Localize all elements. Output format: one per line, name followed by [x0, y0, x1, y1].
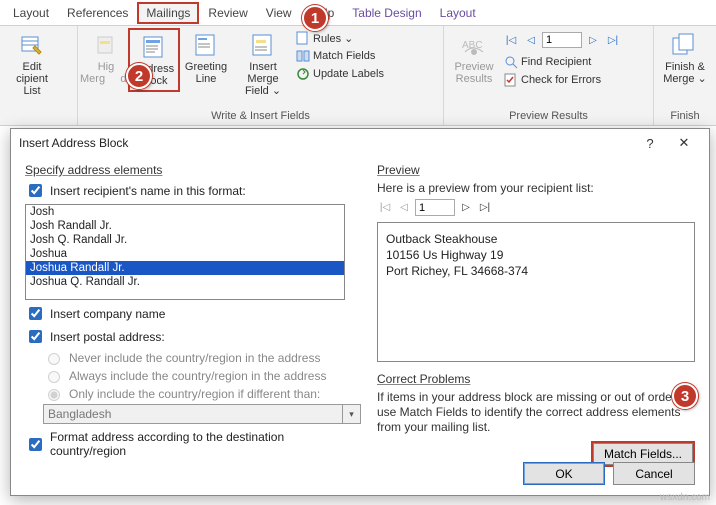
ok-button[interactable]: OK — [523, 462, 605, 485]
record-nav: |◁ ◁ ▷ ▷| — [502, 30, 622, 52]
edit-recipient-label-2: cipient List — [8, 73, 56, 97]
merge-options-stack: Rules ⌄ Match Fields Update Labels — [294, 28, 386, 82]
insert-postal-checkbox[interactable]: Insert postal address: — [25, 327, 361, 346]
nav-last-button[interactable]: ▷| — [604, 32, 622, 48]
dialog-buttons: OK Cancel — [523, 462, 695, 485]
preview-heading: Preview — [377, 163, 695, 177]
list-item[interactable]: Joshua Q. Randall Jr. — [26, 275, 344, 289]
list-item[interactable]: Josh Randall Jr. — [26, 219, 344, 233]
tab-view[interactable]: View — [257, 2, 301, 24]
nav-prev-button[interactable]: ◁ — [522, 32, 540, 48]
correct-text: If items in your address block are missi… — [377, 390, 695, 435]
preview-hint: Here is a preview from your recipient li… — [377, 181, 695, 195]
preview-last-button[interactable]: ▷| — [477, 200, 493, 216]
name-format-list[interactable]: Josh Josh Randall Jr. Josh Q. Randall Jr… — [25, 204, 345, 300]
update-labels-button[interactable]: Update Labels — [294, 66, 386, 82]
preview-first-button[interactable]: |◁ — [377, 200, 393, 216]
callout-badge-2: 2 — [126, 63, 152, 89]
callout-badge-3: 3 — [672, 383, 698, 409]
find-icon — [504, 55, 518, 69]
tab-tabledesign[interactable]: Table Design — [343, 2, 430, 24]
greeting-line-button[interactable]: Greeting Line — [180, 28, 232, 88]
dialog-titlebar: Insert Address Block ? ✕ — [11, 129, 709, 157]
address-block-icon — [140, 33, 168, 61]
format-destination-checkbox[interactable]: Format address according to the destinat… — [25, 430, 361, 458]
preview-box: Outback Steakhouse 10156 Us Highway 19 P… — [377, 222, 695, 362]
list-item[interactable]: Joshua — [26, 247, 344, 261]
list-item[interactable]: Josh Q. Randall Jr. — [26, 233, 344, 247]
check-icon — [504, 73, 518, 87]
insert-merge-icon — [249, 31, 277, 59]
list-item-selected[interactable]: Joshua Randall Jr. — [26, 261, 344, 275]
dialog-title: Insert Address Block — [19, 136, 633, 150]
watermark: wsxdn.com — [660, 492, 710, 503]
insert-company-checkbox[interactable]: Insert company name — [25, 304, 361, 323]
ribbon-tabs: Layout References Mailings Review View H… — [0, 0, 716, 26]
specify-heading: Specify address elements — [25, 163, 361, 177]
insert-name-checkbox[interactable]: Insert recipient's name in this format: — [25, 181, 361, 200]
preview-line-2: 10156 Us Highway 19 — [386, 247, 686, 263]
tab-mailings[interactable]: Mailings — [137, 2, 199, 24]
preview-nav: |◁ ◁ ▷ ▷| — [377, 199, 695, 216]
country-combo: ▾ — [43, 404, 361, 424]
never-include-radio: Never include the country/region in the … — [43, 350, 361, 365]
rules-icon — [296, 31, 310, 45]
rules-button[interactable]: Rules ⌄ — [294, 30, 386, 46]
list-item[interactable]: Josh — [26, 205, 344, 219]
highlight-icon — [92, 31, 120, 59]
preview-column: Preview Here is a preview from your reci… — [377, 161, 695, 467]
preview-results-button: ABC Preview Results — [450, 28, 498, 88]
insert-merge-field-button[interactable]: Insert Merge Field ⌄ — [232, 28, 294, 100]
edit-recipient-label-1: Edit — [23, 61, 42, 73]
nav-next-button[interactable]: ▷ — [584, 32, 602, 48]
edit-list-icon — [18, 31, 46, 59]
always-include-radio: Always include the country/region in the… — [43, 368, 361, 383]
preview-next-button[interactable]: ▷ — [458, 200, 474, 216]
group-label-preview: Preview Results — [450, 108, 647, 125]
finish-icon — [671, 31, 699, 59]
correct-heading: Correct Problems — [377, 372, 695, 386]
tab-references[interactable]: References — [58, 2, 137, 24]
close-button[interactable]: ✕ — [667, 135, 701, 151]
tab-layout[interactable]: Layout — [4, 2, 58, 24]
edit-recipient-list-button[interactable]: Edit cipient List — [6, 28, 58, 100]
insert-address-block-dialog: Insert Address Block ? ✕ Specify address… — [10, 128, 710, 496]
group-label-start — [6, 108, 71, 125]
ribbon: Edit cipient List Hig Merg ds Address Bl… — [0, 26, 716, 126]
tab-layout-2[interactable]: Layout — [431, 2, 485, 24]
highlight-merge-fields-button: Hig Merg ds — [84, 28, 128, 88]
preview-icon: ABC — [460, 31, 488, 59]
country-input — [43, 404, 343, 424]
match-fields-button[interactable]: Match Fields — [294, 48, 386, 64]
preview-line-3: Port Richey, FL 34668-374 — [386, 263, 686, 279]
cancel-button[interactable]: Cancel — [613, 462, 695, 485]
group-label-write: Write & Insert Fields — [84, 108, 437, 125]
only-include-radio: Only include the country/region if diffe… — [43, 386, 361, 401]
preview-line-1: Outback Steakhouse — [386, 231, 686, 247]
check-errors-button[interactable]: Check for Errors — [502, 72, 622, 88]
chevron-down-icon: ▾ — [343, 404, 361, 424]
match-fields-icon — [296, 49, 310, 63]
help-button[interactable]: ? — [633, 136, 667, 151]
greeting-icon — [192, 31, 220, 59]
group-label-finish: Finish — [660, 108, 710, 125]
update-labels-icon — [296, 67, 310, 81]
nav-first-button[interactable]: |◁ — [502, 32, 520, 48]
find-recipient-button[interactable]: Find Recipient — [502, 54, 622, 70]
finish-merge-button[interactable]: Finish & Merge ⌄ — [660, 28, 710, 88]
callout-badge-1: 1 — [302, 5, 328, 31]
preview-record-input[interactable] — [415, 199, 455, 216]
tab-review[interactable]: Review — [199, 2, 256, 24]
preview-prev-button[interactable]: ◁ — [396, 200, 412, 216]
specify-column: Specify address elements Insert recipien… — [25, 161, 361, 467]
nav-record-input[interactable] — [542, 32, 582, 48]
